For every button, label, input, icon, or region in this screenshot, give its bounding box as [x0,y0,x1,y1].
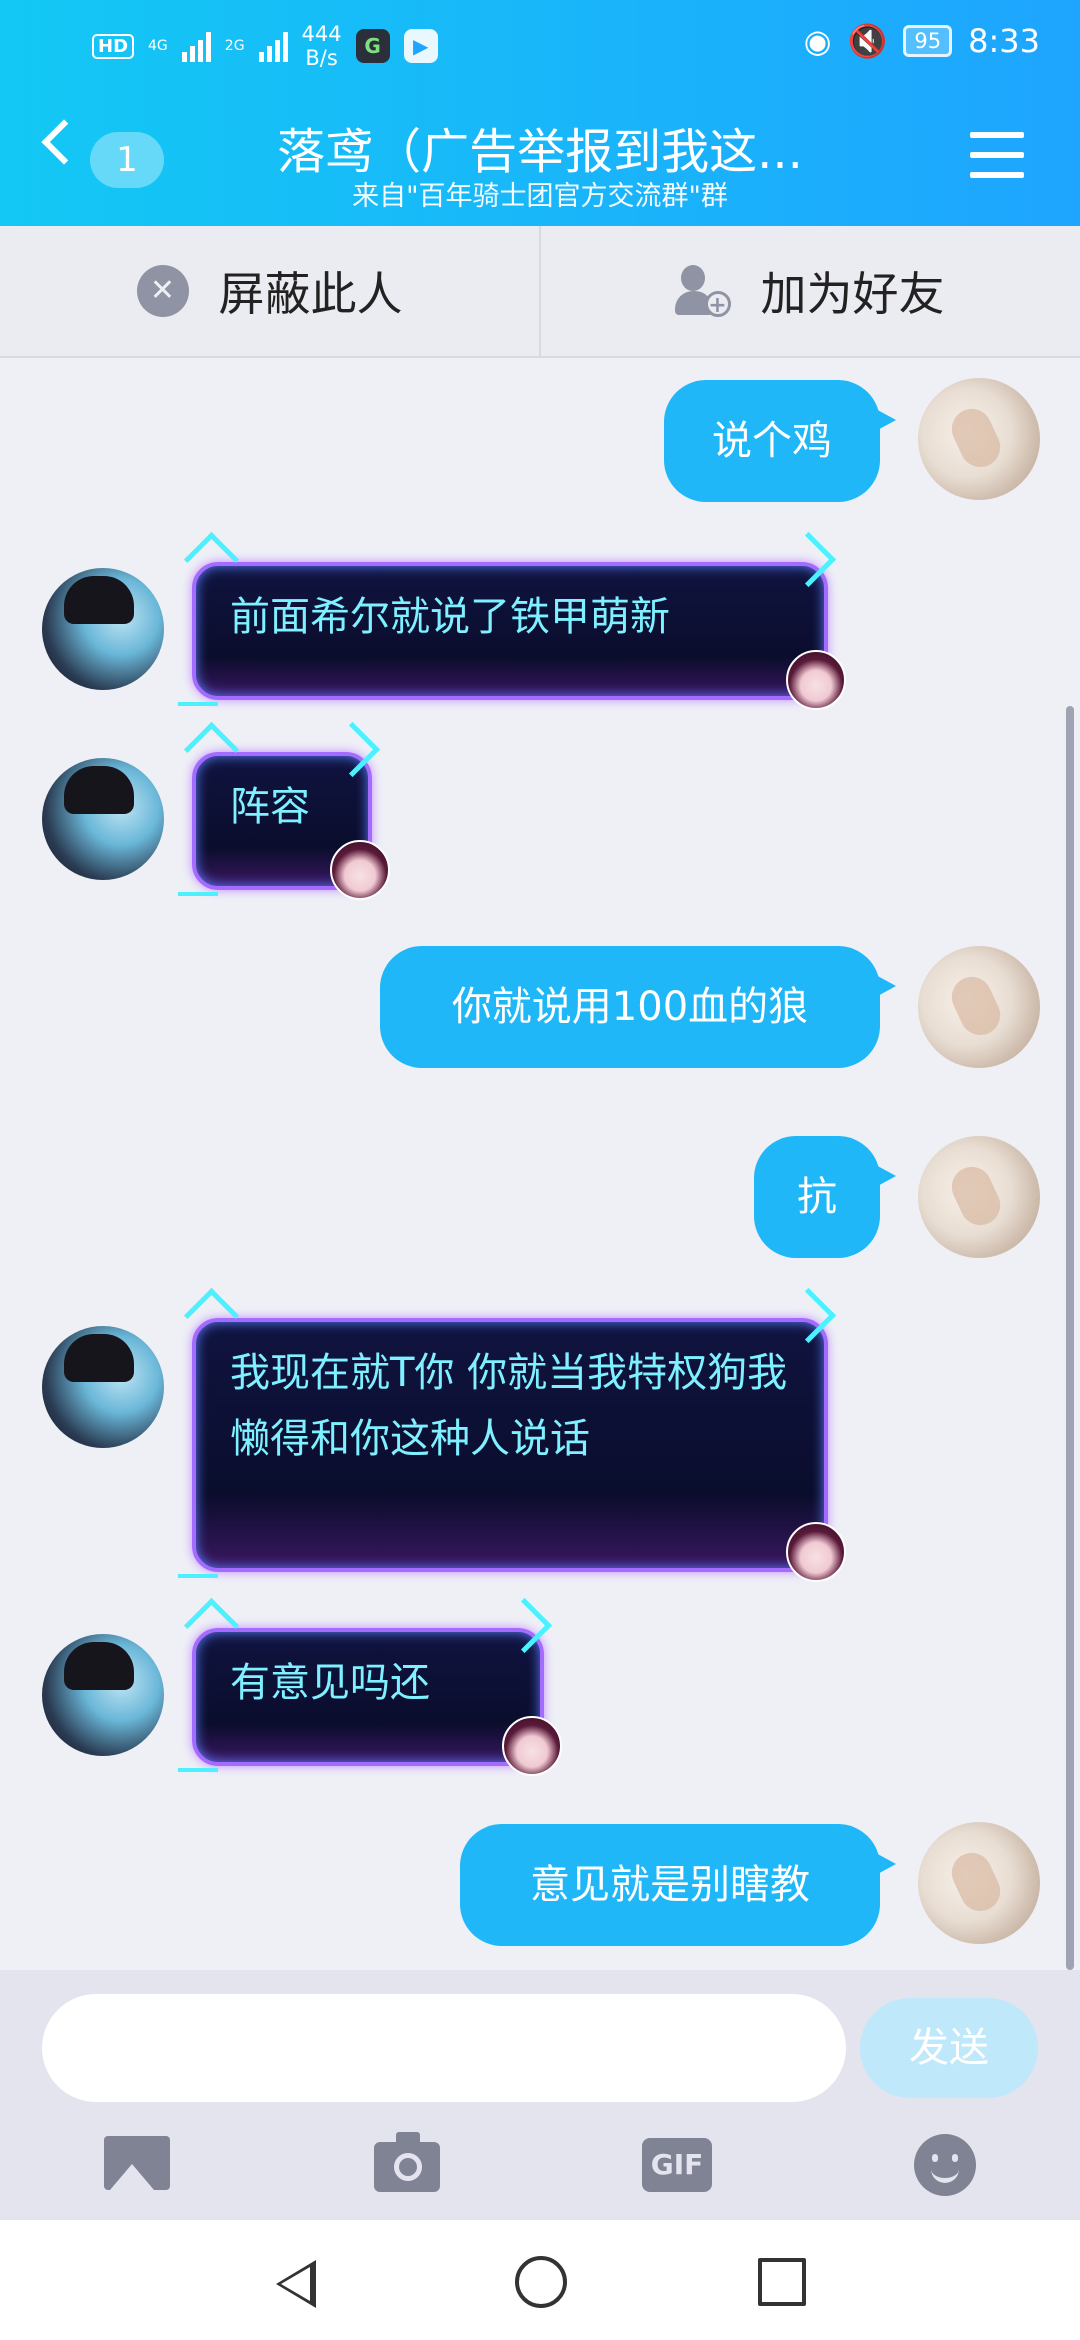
menu-icon[interactable] [970,132,1024,180]
add-friend-label: 加为好友 [760,267,945,321]
nav-home-icon[interactable] [515,2256,567,2308]
composer: 发送 GIF [0,1970,1080,2220]
chat-title: 落鸢（广告举报到我这... [277,124,803,180]
image-icon [104,2136,170,2190]
block-user-label: 屏蔽此人 [218,267,403,321]
add-user-icon: + [674,263,731,319]
bubble-decoration-icon [502,1716,562,1776]
message-bubble-mine[interactable]: 抗 [754,1136,896,1258]
my-avatar[interactable] [918,946,1040,1068]
bubble-decoration-icon [786,650,846,710]
signal-icon [181,30,211,62]
message-bubble-theirs[interactable]: 有意见吗还 [178,1597,562,1776]
message-text: 前面希尔就说了铁甲萌新 [230,594,670,640]
gif-icon: GIF [642,2138,712,2192]
send-button[interactable]: 发送 [860,1998,1038,2098]
eye-comfort-icon: ◉ [803,22,832,60]
nav-recents-icon[interactable] [758,2258,806,2306]
system-nav-bar [0,2220,1080,2340]
message-text: 我现在就T你 你就当我特权狗我懒得和你这种人说话 [230,1350,788,1462]
message-bubble-mine[interactable]: 意见就是别瞎教 [460,1824,896,1946]
message-bubble-mine[interactable]: 你就说用100血的狼 [380,946,896,1068]
message-text: 意见就是别瞎教 [530,1862,810,1908]
add-friend-button[interactable]: + 加为好友 [540,226,1079,356]
bubble-decoration-icon [330,840,390,900]
network-type-2: 2G [224,38,245,54]
bubble-decoration-icon [786,1522,846,1582]
app-notification-icon: G [355,29,390,63]
image-button[interactable] [96,2130,176,2200]
gif-button[interactable]: GIF [638,2130,718,2200]
contact-avatar[interactable] [42,1326,164,1448]
my-avatar[interactable] [918,378,1040,500]
emoji-icon [914,2134,976,2196]
stranger-action-bar: ✕ 屏蔽此人 + 加为好友 [0,226,1080,358]
message-text: 抗 [797,1174,837,1220]
my-avatar[interactable] [918,1822,1040,1944]
network-speed-value: 444 [301,22,342,46]
network-speed-unit: B/s [305,46,338,70]
video-app-icon: ▶ [403,29,438,63]
status-bar: HD 4G 2G 444 B/s G ▶ ◉ 🔇 95 8:33 [0,0,1080,84]
camera-button[interactable] [368,2130,448,2200]
emoji-button[interactable] [906,2130,986,2200]
nav-back-icon[interactable] [276,2260,316,2308]
hd-indicator: HD [92,33,135,59]
network-type-1: 4G [148,38,168,54]
message-text: 阵容 [230,784,310,830]
message-text: 你就说用100血的狼 [451,984,809,1030]
message-text: 说个鸡 [712,418,832,464]
chat-subtitle: 来自"百年骑士团官方交流群"群 [352,181,728,212]
message-input[interactable] [42,1994,846,2102]
unread-badge[interactable]: 1 [90,132,164,188]
block-icon: ✕ [136,265,189,317]
message-bubble-mine[interactable]: 说个鸡 [664,380,896,502]
contact-avatar[interactable] [42,758,164,880]
message-text: 有意见吗还 [230,1660,430,1706]
scrollbar[interactable] [1066,706,1074,1970]
my-avatar[interactable] [918,1136,1040,1258]
network-speed: 444 B/s [302,22,342,70]
mute-icon: 🔇 [847,22,888,60]
clock: 8:33 [968,22,1040,60]
chat-header: HD 4G 2G 444 B/s G ▶ ◉ 🔇 95 8:33 1 落鸢（广告… [0,0,1080,226]
contact-avatar[interactable] [42,1634,164,1756]
battery-indicator: 95 [903,25,953,57]
back-arrow-icon[interactable] [41,119,87,165]
camera-icon [374,2132,440,2192]
block-user-button[interactable]: ✕ 屏蔽此人 [0,226,541,356]
message-bubble-theirs[interactable]: 阵容 [178,721,390,900]
signal-icon-2 [258,30,288,62]
contact-avatar[interactable] [42,568,164,690]
message-bubble-theirs[interactable]: 前面希尔就说了铁甲萌新 [178,531,846,710]
message-bubble-theirs[interactable]: 我现在就T你 你就当我特权狗我懒得和你这种人说话 [178,1287,846,1582]
